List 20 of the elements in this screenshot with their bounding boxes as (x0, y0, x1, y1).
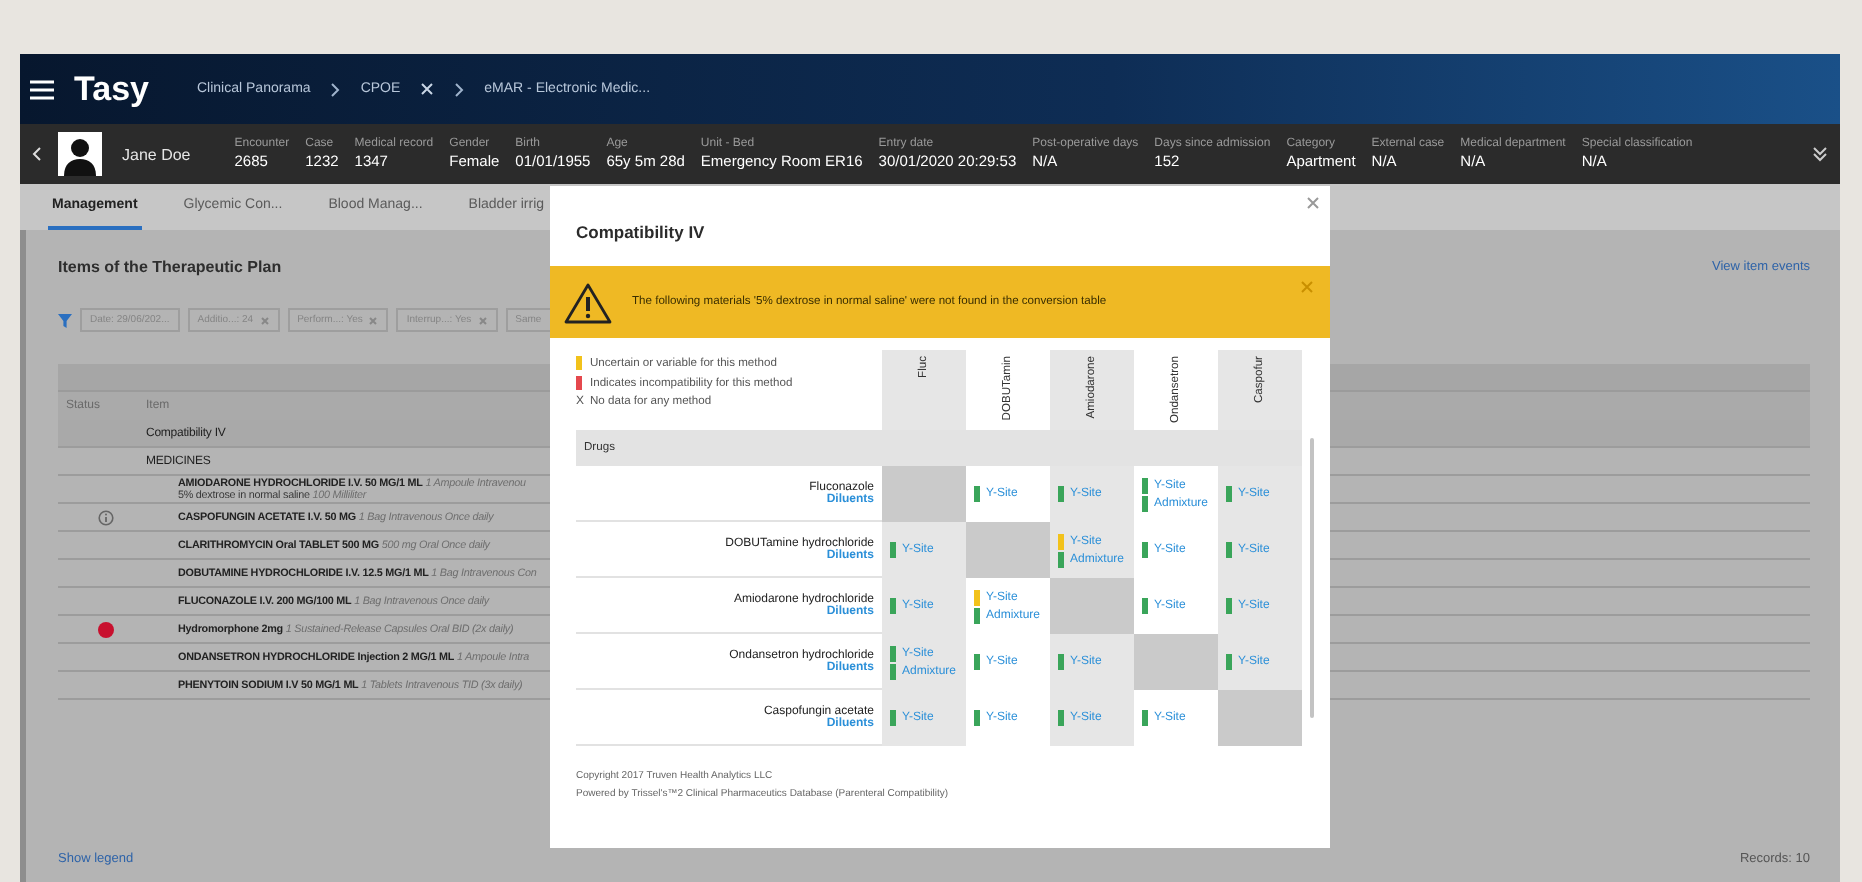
section-title: Items of the Therapeutic Plan (58, 258, 282, 276)
compatibility-cell (1050, 578, 1134, 634)
compatibility-cell (1218, 690, 1302, 746)
close-icon[interactable] (420, 82, 435, 96)
compatibility-cell (966, 522, 1050, 578)
chevron-right-icon (454, 81, 465, 97)
chevron-left-icon[interactable] (32, 146, 42, 162)
menu-icon[interactable] (30, 79, 54, 99)
app-title: Tasy (74, 69, 149, 109)
filter-icon (58, 313, 72, 327)
patient-name: Jane Doe (122, 145, 191, 163)
compatibility-cell (882, 466, 966, 522)
compatibility-cell (1134, 634, 1218, 690)
avatar-icon (58, 132, 102, 176)
double-chevron-down-icon[interactable] (1812, 146, 1828, 162)
dialog-title: Compatibility IV (576, 222, 705, 242)
info-circle-icon (98, 509, 114, 525)
warning-triangle-icon (564, 281, 612, 323)
status-dot-icon (98, 621, 114, 637)
chevron-right-icon (330, 81, 341, 97)
